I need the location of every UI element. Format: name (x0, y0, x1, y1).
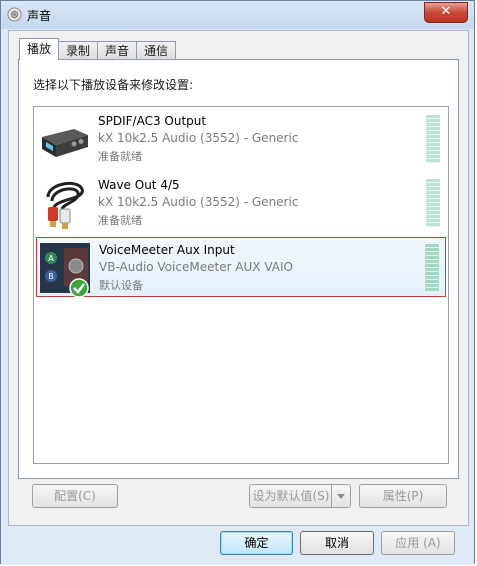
device-description: kX 10k2.5 Audio (3552) - Generic (98, 195, 299, 209)
volume-meter (425, 244, 439, 292)
svg-text:A: A (48, 254, 54, 263)
set-default-button[interactable]: 设为默认值(S) (249, 484, 351, 508)
device-list[interactable]: SPDIF/AC3 Output kX 10k2.5 Audio (3552) … (33, 106, 449, 464)
tab-sounds[interactable]: 声音 (97, 41, 138, 60)
device-item-wave-out[interactable]: Wave Out 4/5 kX 10k2.5 Audio (3552) - Ge… (36, 173, 446, 233)
set-default-label[interactable]: 设为默认值(S) (250, 485, 332, 507)
rca-cable-icon (46, 181, 84, 229)
title-bar[interactable]: 声音 ✕ (1, 1, 474, 29)
sound-dialog: 声音 ✕ 播放 录制 声音 通信 选择以下播放设备来修改设置: SPDIF/AC… (0, 0, 475, 565)
playback-panel: 选择以下播放设备来修改设置: SPDIF/AC3 Output kX 10k2.… (18, 59, 459, 479)
device-status: 准备就绪 (98, 214, 142, 227)
default-device-check-icon (69, 278, 89, 298)
sound-card-icon (42, 129, 88, 157)
apply-button[interactable]: 应用 (A) (381, 531, 455, 555)
properties-button[interactable]: 属性(P) (359, 484, 447, 508)
dialog-button-bar: 确定 取消 应用 (A) (1, 526, 474, 565)
close-button[interactable]: ✕ (424, 2, 468, 23)
ok-button[interactable]: 确定 (220, 531, 293, 555)
volume-meter (426, 179, 440, 227)
device-item-spdif[interactable]: SPDIF/AC3 Output kX 10k2.5 Audio (3552) … (36, 109, 446, 169)
instruction-text: 选择以下播放设备来修改设置: (33, 78, 194, 92)
device-description: VB-Audio VoiceMeeter AUX VAIO (99, 260, 293, 274)
device-description: kX 10k2.5 Audio (3552) - Generic (98, 131, 299, 145)
cancel-button[interactable]: 取消 (300, 531, 374, 555)
device-name: SPDIF/AC3 Output (98, 114, 207, 128)
tab-communications[interactable]: 通信 (136, 41, 177, 60)
window-title: 声音 (27, 9, 52, 23)
device-item-voicemeeter[interactable]: A B VoiceMeeter Aux Input VB-Audio Voice… (36, 237, 446, 298)
tab-recording[interactable]: 录制 (58, 41, 99, 60)
device-name: Wave Out 4/5 (98, 178, 180, 192)
chevron-down-icon[interactable] (331, 485, 350, 507)
device-name: VoiceMeeter Aux Input (99, 243, 235, 257)
configure-button[interactable]: 配置(C) (32, 484, 118, 508)
tab-strip: 播放 录制 声音 通信 (19, 38, 177, 60)
volume-meter (426, 115, 440, 163)
svg-text:B: B (48, 272, 54, 281)
tab-playback[interactable]: 播放 (19, 38, 60, 60)
dialog-body: 播放 录制 声音 通信 选择以下播放设备来修改设置: SPDIF/AC3 Out… (8, 30, 469, 526)
speaker-icon (7, 7, 22, 22)
device-status: 默认设备 (99, 279, 143, 292)
device-status: 准备就绪 (98, 150, 142, 163)
